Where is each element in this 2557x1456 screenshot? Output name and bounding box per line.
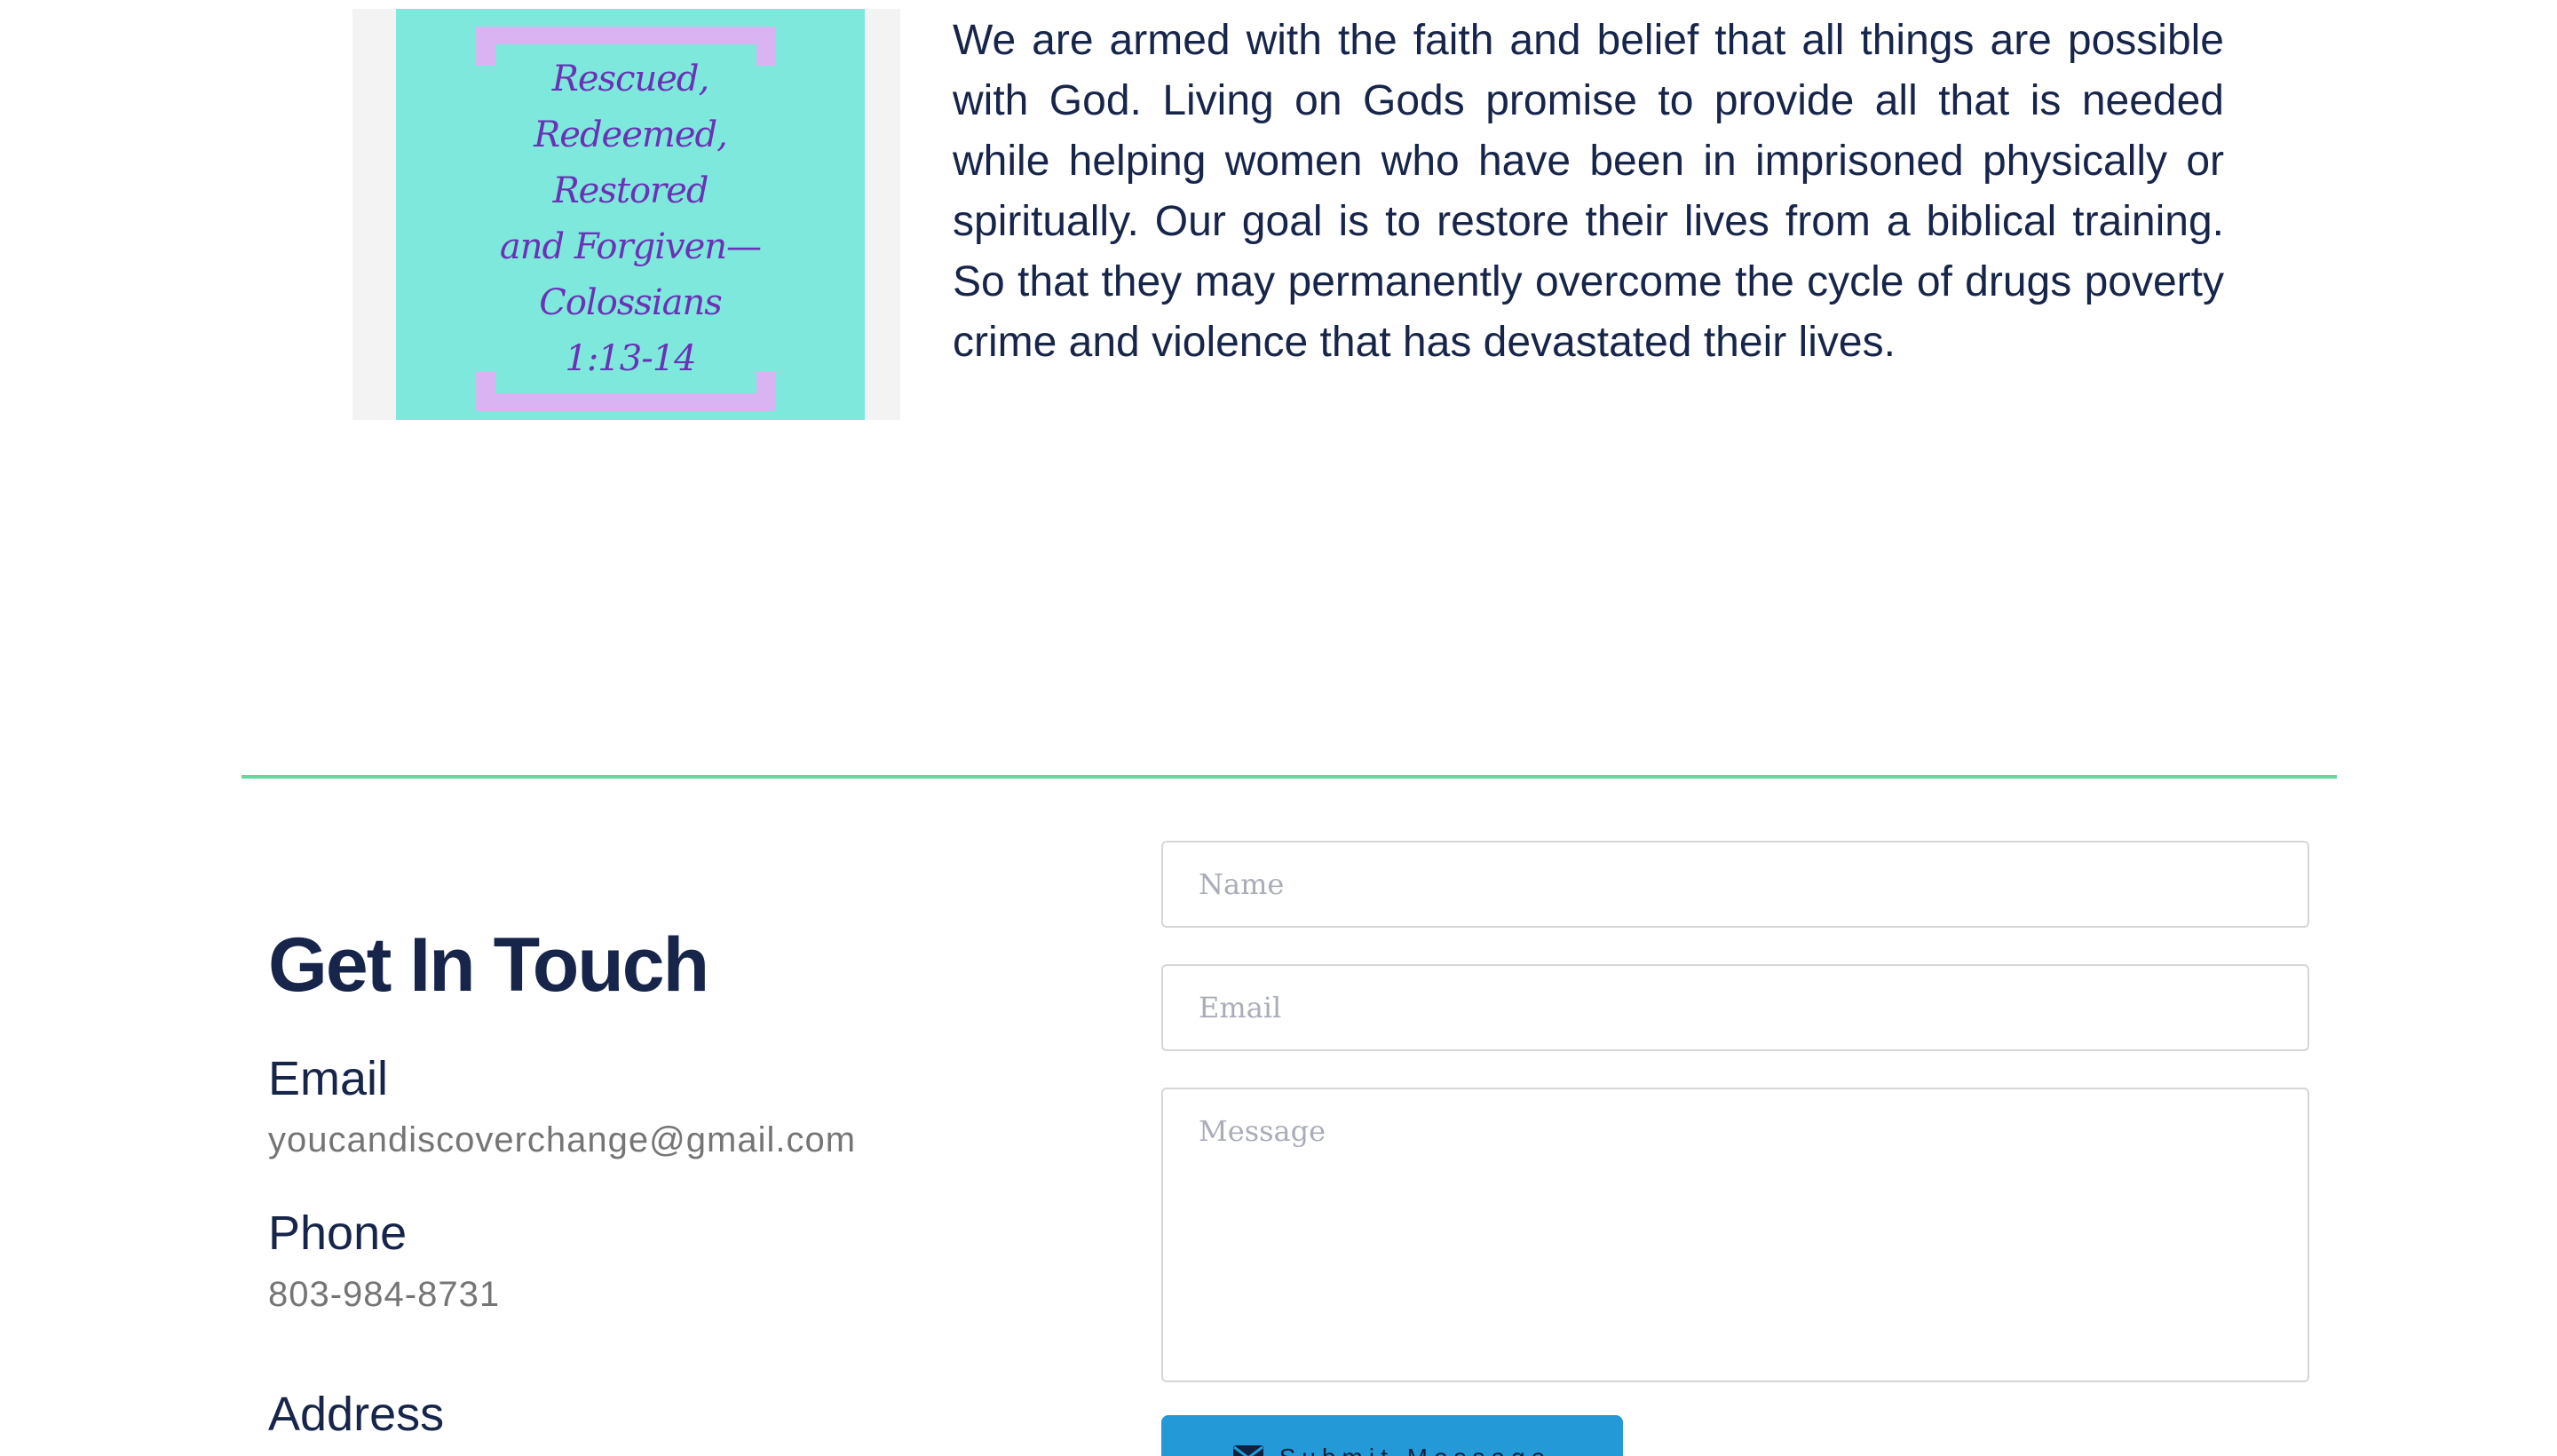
email-input[interactable] <box>1161 964 2309 1051</box>
submit-message-button[interactable]: Submit Message <box>1161 1415 1623 1456</box>
card-frame-bottom <box>476 372 776 411</box>
verse-card: Rescued, Redeemed, Restored and Forgiven… <box>396 9 865 420</box>
address-label: Address <box>268 1388 445 1441</box>
mission-paragraph: We are armed with the faith and belief t… <box>953 17 2224 366</box>
email-label: Email <box>268 1052 389 1105</box>
phone-label: Phone <box>268 1207 408 1260</box>
contact-heading: Get In Touch <box>268 922 709 1008</box>
email-value[interactable]: youcandiscoverchange@gmail.com <box>268 1120 856 1160</box>
verse-text: Rescued, Redeemed, Restored and Forgiven… <box>499 59 762 379</box>
name-input[interactable] <box>1161 841 2309 928</box>
mission-image: Rescued, Redeemed, Restored and Forgiven… <box>352 9 900 420</box>
phone-value[interactable]: 803-984-8731 <box>268 1275 500 1315</box>
section-divider <box>241 775 2337 779</box>
submit-button-label: Submit Message <box>1279 1444 1552 1456</box>
envelope-icon <box>1232 1445 1263 1456</box>
message-textarea[interactable] <box>1161 1088 2309 1382</box>
